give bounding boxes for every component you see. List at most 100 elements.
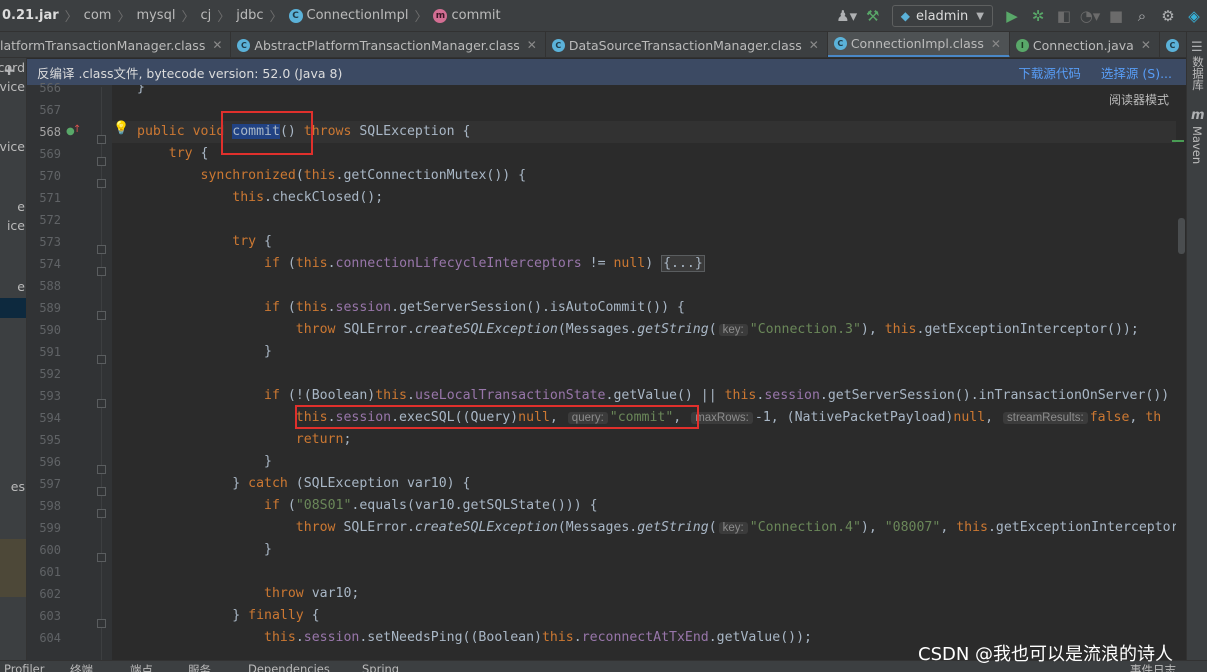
breadcrumb-jar[interactable]: 0.21.jar [2,0,59,32]
terminal-tool-button[interactable]: 终端 [70,662,93,672]
choose-source-link[interactable]: 选择源 (S)... [1101,63,1172,82]
tree-item[interactable]: e [17,199,25,214]
close-icon[interactable]: ✕ [991,37,1001,51]
maven-tool-button[interactable]: Maven [1190,126,1204,164]
implements-arrow-icon[interactable]: ↑ [73,124,81,135]
tab-datasource-transaction-manager[interactable]: C DataSourceTransactionManager.class ✕ [546,32,828,57]
run-configuration-select[interactable]: ◆ eladmin ▼ [891,5,993,27]
breadcrumb-package-jdbc[interactable]: jdbc [236,0,263,32]
code-line: if (this.connectionLifecycleInterceptors… [264,255,705,272]
breadcrumb-class[interactable]: C ConnectionImpl [288,0,408,32]
breadcrumb-separator: 〉 [269,10,283,25]
chevron-down-icon: ▼ [976,10,984,22]
tab-label: Connection.java [1032,37,1134,53]
close-icon[interactable]: ✕ [212,38,222,52]
download-source-link[interactable]: 下载源代码 [1018,63,1081,82]
tab-overflow[interactable]: C [1160,32,1186,57]
code-line: throw SQLError.createSQLException(Messag… [295,322,1139,337]
run-icon[interactable]: ▶ [999,0,1025,32]
code-line: } [137,344,272,359]
code-line: } catch (SQLException var10) { [137,476,471,491]
fold-marker[interactable] [97,509,106,518]
dependencies-tool-button[interactable]: Dependencies [248,662,330,672]
tab-connection-java[interactable]: I Connection.java ✕ [1010,32,1160,57]
tab-connection-impl[interactable]: C ConnectionImpl.class ✕ [827,32,1010,57]
annotation-highlight-box [221,111,313,155]
close-icon[interactable]: ✕ [809,38,819,52]
profiler-tool-button[interactable]: Profiler [4,662,45,672]
coverage-icon[interactable]: ◧ [1051,0,1077,32]
fold-marker[interactable] [97,179,106,188]
line-number: 596 [39,455,61,469]
maven-icon[interactable]: m [1191,108,1205,123]
breadcrumb: 0.21.jar 〉 com 〉 mysql 〉 cj 〉 jdbc 〉 C Co… [0,0,501,32]
line-number: 588 [39,279,61,293]
close-icon[interactable]: ✕ [527,38,537,52]
line-number: 599 [39,521,61,535]
tree-item[interactable]: rvice [0,79,25,94]
tab-platform-transaction-manager[interactable]: latformTransactionManager.class ✕ [0,32,232,57]
build-hammer-icon[interactable]: ⚒ [860,0,886,32]
fold-marker[interactable] [97,311,106,320]
param-hint: key: [718,522,748,534]
code-editor[interactable]: 💡 阅读器模式 } public void commit() throws SQ… [112,85,1186,660]
editor-tab-bar: latformTransactionManager.class ✕ C Abst… [0,32,1186,58]
line-number: 566 [39,81,61,95]
fold-marker[interactable] [97,355,106,364]
vertical-scrollbar[interactable] [1176,85,1186,660]
class-icon: C [833,37,847,50]
search-icon[interactable]: ⌕ [1129,0,1155,32]
breadcrumb-package-mysql[interactable]: mysql [136,0,175,32]
database-icon[interactable]: ☰ [1191,40,1203,55]
fold-marker[interactable] [97,487,106,496]
breadcrumb-package-com[interactable]: com [84,0,112,32]
code-line: if ("08S01".equals(var10.getSQLState()))… [264,498,598,513]
tree-item[interactable]: ice [7,218,25,233]
fold-guide [101,87,102,662]
debug-icon[interactable]: ✲ [1025,0,1051,32]
run-configuration-icon: ◆ [900,9,910,23]
fold-marker[interactable] [97,399,106,408]
lightbulb-icon[interactable]: 💡 [113,121,129,136]
gear-icon[interactable]: ⚙ [1155,0,1181,32]
line-number: 594 [39,411,61,425]
code-line: throw var10; [264,586,360,601]
tree-item[interactable]: es [11,479,25,494]
tree-item[interactable]: e [17,279,25,294]
fold-marker[interactable] [97,245,106,254]
tree-item[interactable]: cord [0,60,25,75]
breadcrumb-separator: 〉 [64,10,78,25]
toolbox-icon[interactable]: ◈ [1181,0,1207,32]
tree-item[interactable]: rvice [0,139,25,154]
line-number: 600 [39,543,61,557]
fold-marker[interactable] [97,619,106,628]
param-hint: key: [718,324,748,336]
database-tool-button[interactable]: 数据库 [1190,56,1206,91]
navigation-bar: 0.21.jar 〉 com 〉 mysql 〉 cj 〉 jdbc 〉 C Co… [0,0,1207,32]
fold-marker[interactable] [97,135,106,144]
project-panel: ✚ cord rvice rvice e ice e es [0,58,27,660]
profile-icon[interactable]: ◔▾ [1077,0,1103,32]
fold-marker[interactable] [97,157,106,166]
breadcrumb-method[interactable]: m commit [433,0,501,32]
services-tool-button[interactable]: 服务 [188,662,211,672]
class-icon: C [237,38,251,52]
spring-tool-button[interactable]: Spring [362,662,399,672]
endpoints-tool-button[interactable]: 端点 [130,662,153,672]
tab-abstract-platform-transaction-manager[interactable]: C AbstractPlatformTransactionManager.cla… [231,32,546,57]
line-number: 570 [39,169,61,183]
breadcrumb-package-cj[interactable]: cj [200,0,211,32]
breadcrumb-separator: 〉 [181,10,195,25]
stop-icon[interactable]: ■ [1103,0,1129,32]
fold-marker[interactable] [97,267,106,276]
tree-item-selected[interactable] [0,298,26,318]
fold-marker[interactable] [97,553,106,562]
close-icon[interactable]: ✕ [1141,38,1151,52]
code-line: synchronized(this.getConnectionMutex()) … [200,168,527,183]
reader-mode-button[interactable]: 阅读器模式 [1109,91,1169,108]
fold-marker[interactable] [97,465,106,474]
code-line: try { [232,234,272,249]
user-icon[interactable]: ♟▾ [834,0,860,32]
scrollbar-thumb[interactable] [1178,218,1185,254]
tab-label: ConnectionImpl.class [850,36,984,51]
